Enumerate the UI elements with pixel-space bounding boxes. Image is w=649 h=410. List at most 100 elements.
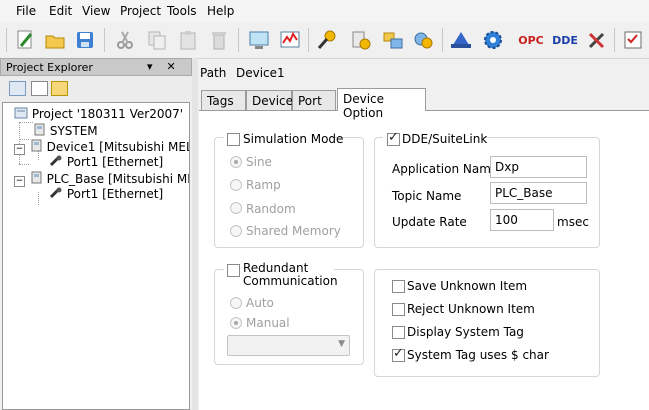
tab-device-option[interactable]: Device Option [337, 88, 426, 120]
tree-item-plc-base[interactable]: − PLC_Base [Mitsubishi MELS [14, 171, 189, 187]
radio-auto[interactable] [230, 297, 242, 309]
tree-item-port1[interactable]: Port1 [Ethernet] [49, 155, 163, 169]
radio-shared-memory-label: Shared Memory [246, 224, 341, 238]
tab-tags[interactable]: Tags [201, 90, 246, 110]
update-rate-input[interactable]: 100 [490, 209, 554, 231]
device-option-panel: Simulation Mode Sine Ramp Random Shared … [199, 110, 649, 410]
list-view-icon[interactable] [31, 81, 48, 96]
collapse-icon[interactable]: − [14, 144, 25, 155]
topic-name-label: Topic Name [392, 189, 462, 203]
radio-manual-label: Manual [246, 316, 290, 330]
explorer-toolbar [0, 76, 192, 102]
folder-view-icon[interactable] [51, 81, 68, 96]
monitor-icon[interactable] [246, 27, 272, 53]
redundant-label-line1: Redundant [243, 261, 309, 275]
port-icon [49, 187, 62, 199]
tree-item-label: Project '180311 Ver2007' [31, 107, 184, 121]
paste-icon[interactable] [175, 27, 201, 53]
display-system-tag-label: Display System Tag [407, 325, 524, 339]
opc-button[interactable]: OPC [516, 27, 546, 53]
menu-tools[interactable]: Tools [167, 4, 197, 18]
new-icon[interactable] [12, 27, 38, 53]
device-icon [31, 171, 42, 184]
path-value: Device1 [236, 66, 285, 80]
system-icon [34, 123, 45, 136]
project-explorer-title: Project Explorer [6, 61, 93, 74]
tree-item-label: SYSTEM [49, 124, 98, 138]
open-icon[interactable] [42, 27, 68, 53]
probe-icon[interactable] [314, 27, 340, 53]
radio-random[interactable] [230, 202, 242, 214]
reject-unknown-item-label: Reject Unknown Item [407, 302, 535, 316]
tab-device[interactable]: Device [246, 90, 293, 110]
radio-manual[interactable] [230, 317, 242, 329]
project-tree: Project '180311 Ver2007' SYSTEM − Device… [2, 102, 190, 410]
menu-project[interactable]: Project [120, 4, 161, 18]
tree-item-label: Port1 [Ethernet] [66, 155, 164, 169]
menu-edit[interactable]: Edit [49, 4, 72, 18]
system-tag-uses-char-checkbox[interactable]: ✓ [392, 347, 405, 362]
dde-suitelink-checkbox[interactable]: ✓ [387, 131, 400, 146]
radio-random-label: Random [246, 202, 296, 216]
pin-dropdown-icon[interactable]: ▾ [147, 60, 153, 73]
simulation-mode-label: Simulation Mode [243, 132, 344, 146]
collapse-icon[interactable]: − [14, 176, 25, 187]
menu-help[interactable]: Help [207, 4, 234, 18]
update-rate-unit: msec [557, 215, 589, 229]
checklist-icon[interactable] [620, 27, 646, 53]
dde-suitelink-label: DDE/SuiteLink [402, 132, 488, 146]
radio-shared-memory[interactable] [230, 225, 242, 237]
topic-name-input[interactable]: PLC_Base [490, 182, 587, 204]
radio-sine[interactable] [230, 156, 242, 168]
application-name-input[interactable]: Dxp [490, 156, 587, 178]
path-label: Path [200, 66, 227, 80]
save-icon[interactable] [72, 27, 98, 53]
radio-sine-label: Sine [246, 155, 272, 169]
tree-item-project[interactable]: Project '180311 Ver2007' [14, 107, 183, 121]
redundant-communication-checkbox[interactable] [227, 264, 240, 277]
trend-icon[interactable] [277, 27, 303, 53]
simulation-mode-checkbox[interactable] [227, 133, 240, 146]
cut-icon[interactable] [112, 27, 138, 53]
tree-item-device1[interactable]: − Device1 [Mitsubishi MELSEC [14, 139, 189, 155]
close-icon[interactable]: ✕ [161, 60, 176, 73]
radio-ramp-label: Ramp [246, 178, 281, 192]
tag-icon[interactable] [410, 27, 436, 53]
menu-bar: File Edit View Project Tools Help [0, 0, 649, 22]
toolbar: OPC DDE [0, 22, 649, 59]
project-explorer-title-bar: Project Explorer ▾ ✕ [0, 58, 192, 76]
tools-icon[interactable] [584, 27, 610, 53]
tree-item-port1[interactable]: Port1 [Ethernet] [49, 187, 163, 201]
delete-icon[interactable] [206, 27, 232, 53]
display-system-tag-checkbox[interactable] [392, 326, 405, 339]
copy-icon[interactable] [144, 27, 170, 53]
device-icon [31, 139, 42, 152]
tab-port[interactable]: Port [292, 90, 336, 110]
menu-view[interactable]: View [82, 4, 110, 18]
tree-item-label: Port1 [Ethernet] [66, 187, 164, 201]
project-icon [14, 107, 28, 119]
chevron-down-icon: ▼ [338, 339, 345, 349]
port-icon [49, 155, 62, 167]
dde-button[interactable]: DDE [550, 27, 580, 53]
tree-item-label: PLC_Base [Mitsubishi MELS [46, 172, 189, 186]
reject-unknown-item-checkbox[interactable] [392, 303, 405, 316]
radio-auto-label: Auto [246, 296, 274, 310]
update-rate-label: Update Rate [392, 215, 467, 229]
redundant-device-select[interactable]: ▼ [227, 335, 350, 356]
device-icon[interactable] [348, 27, 374, 53]
save-unknown-item-checkbox[interactable] [392, 280, 405, 293]
tree-view-icon[interactable] [9, 81, 26, 96]
panel-splitter[interactable] [192, 58, 198, 410]
radio-ramp[interactable] [230, 179, 242, 191]
menu-file[interactable]: File [16, 4, 36, 18]
application-name-label: Application Name [392, 162, 499, 176]
wizard-icon[interactable] [448, 27, 474, 53]
tree-item-label: Device1 [Mitsubishi MELSEC [46, 140, 189, 154]
system-tag-uses-char-label: System Tag uses $ char [407, 348, 549, 362]
tag-group-icon[interactable] [380, 27, 406, 53]
tree-item-system[interactable]: SYSTEM [32, 123, 98, 138]
redundant-label-line2: Communication [243, 274, 338, 288]
save-unknown-item-label: Save Unknown Item [407, 279, 528, 293]
settings-gear-icon[interactable] [480, 27, 506, 53]
